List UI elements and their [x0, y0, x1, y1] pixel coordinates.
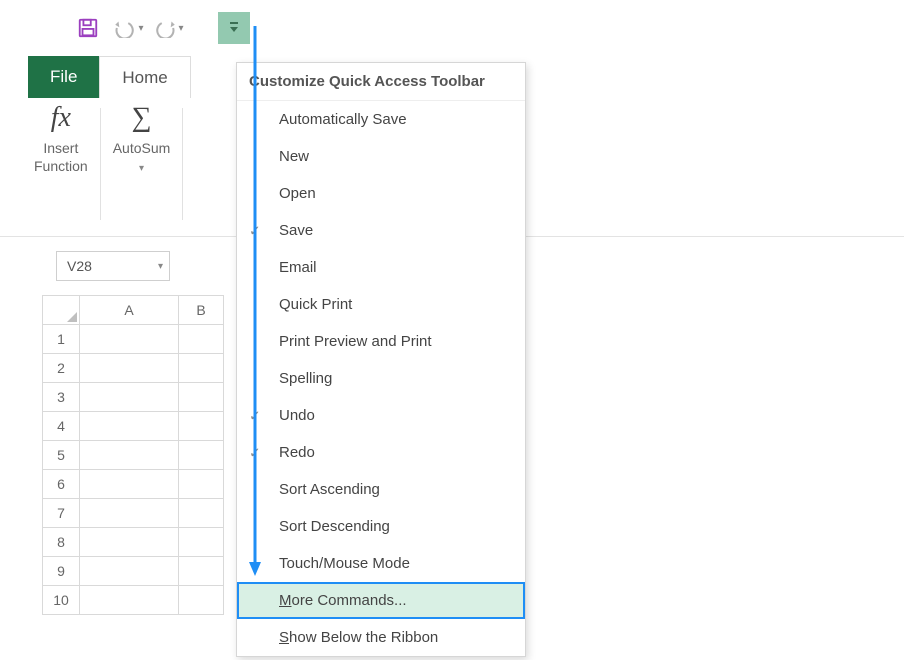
row-header[interactable]: 10: [43, 586, 80, 615]
menu-item-new[interactable]: New: [237, 138, 525, 175]
select-all-button[interactable]: [43, 296, 80, 325]
row-header[interactable]: 5: [43, 441, 80, 470]
menu-item-redo[interactable]: ✓ Redo: [237, 434, 525, 471]
ribbon-separator: [182, 108, 183, 220]
menu-item-auto-save[interactable]: Automatically Save: [237, 101, 525, 138]
cell[interactable]: [179, 325, 224, 354]
chevron-down-icon: ▾: [138, 23, 143, 34]
column-header-B[interactable]: B: [179, 296, 224, 325]
menu-item-print-preview[interactable]: Print Preview and Print: [237, 323, 525, 360]
check-icon: ✓: [249, 407, 261, 424]
row-header[interactable]: 6: [43, 470, 80, 499]
save-icon: [77, 17, 99, 39]
menu-item-sort-asc[interactable]: Sort Ascending: [237, 471, 525, 508]
name-box-value: V28: [67, 258, 92, 274]
qat-redo-button[interactable]: ▾: [152, 12, 184, 44]
menu-item-touch-mouse[interactable]: Touch/Mouse Mode: [237, 545, 525, 582]
redo-icon: [152, 18, 178, 38]
chevron-down-icon: ▾: [158, 261, 163, 272]
name-box[interactable]: V28 ▾: [56, 251, 170, 281]
cell[interactable]: [179, 528, 224, 557]
cell[interactable]: [80, 354, 179, 383]
menu-item-save[interactable]: ✓ Save: [237, 212, 525, 249]
row-header[interactable]: 7: [43, 499, 80, 528]
menu-title: Customize Quick Access Toolbar: [237, 63, 525, 101]
cell[interactable]: [80, 325, 179, 354]
check-icon: ✓: [249, 444, 261, 461]
check-icon: ✓: [249, 222, 261, 239]
row-header[interactable]: 2: [43, 354, 80, 383]
row-header[interactable]: 1: [43, 325, 80, 354]
cell[interactable]: [179, 470, 224, 499]
cell[interactable]: [80, 499, 179, 528]
cell[interactable]: [80, 528, 179, 557]
menu-item-show-below-ribbon[interactable]: Show Below the Ribbon: [237, 619, 525, 656]
customize-qat-button[interactable]: [218, 12, 250, 44]
menu-item-more-commands[interactable]: More Commands...: [237, 582, 525, 619]
menu-item-sort-desc[interactable]: Sort Descending: [237, 508, 525, 545]
cell[interactable]: [80, 557, 179, 586]
cell[interactable]: [179, 354, 224, 383]
row-header[interactable]: 8: [43, 528, 80, 557]
spreadsheet-grid[interactable]: A B 1 2 3 4 5 6 7 8 9 10: [42, 295, 224, 615]
menu-item-spelling[interactable]: Spelling: [237, 360, 525, 397]
sigma-icon: ∑: [132, 104, 152, 132]
cell[interactable]: [80, 470, 179, 499]
cell[interactable]: [179, 557, 224, 586]
customize-qat-menu: Customize Quick Access Toolbar Automatic…: [236, 62, 526, 657]
cell[interactable]: [179, 412, 224, 441]
cell[interactable]: [80, 586, 179, 615]
autosum-label: AutoSum ▾: [113, 140, 171, 175]
cell[interactable]: [179, 586, 224, 615]
cell[interactable]: [179, 499, 224, 528]
autosum-button[interactable]: ∑ AutoSum ▾: [101, 104, 183, 175]
menu-item-open[interactable]: Open: [237, 175, 525, 212]
column-header-A[interactable]: A: [80, 296, 179, 325]
tab-file[interactable]: File: [28, 56, 99, 98]
row-header[interactable]: 3: [43, 383, 80, 412]
insert-function-button[interactable]: fx InsertFunction: [22, 104, 100, 175]
cell[interactable]: [80, 441, 179, 470]
tab-home[interactable]: Home: [99, 56, 190, 98]
chevron-down-icon: ▾: [178, 23, 183, 34]
cell[interactable]: [179, 383, 224, 412]
menu-item-quick-print[interactable]: Quick Print: [237, 286, 525, 323]
cell[interactable]: [179, 441, 224, 470]
row-header[interactable]: 9: [43, 557, 80, 586]
fx-icon: fx: [51, 104, 71, 132]
undo-icon: [112, 18, 138, 38]
insert-function-label: InsertFunction: [34, 140, 88, 175]
customize-qat-dropdown-icon: [228, 21, 240, 35]
cell[interactable]: [80, 383, 179, 412]
qat-undo-button[interactable]: ▾: [112, 12, 144, 44]
menu-item-undo[interactable]: ✓ Undo: [237, 397, 525, 434]
qat-save-button[interactable]: [72, 12, 104, 44]
row-header[interactable]: 4: [43, 412, 80, 441]
menu-item-email[interactable]: Email: [237, 249, 525, 286]
cell[interactable]: [80, 412, 179, 441]
chevron-down-icon: ▾: [139, 163, 144, 174]
